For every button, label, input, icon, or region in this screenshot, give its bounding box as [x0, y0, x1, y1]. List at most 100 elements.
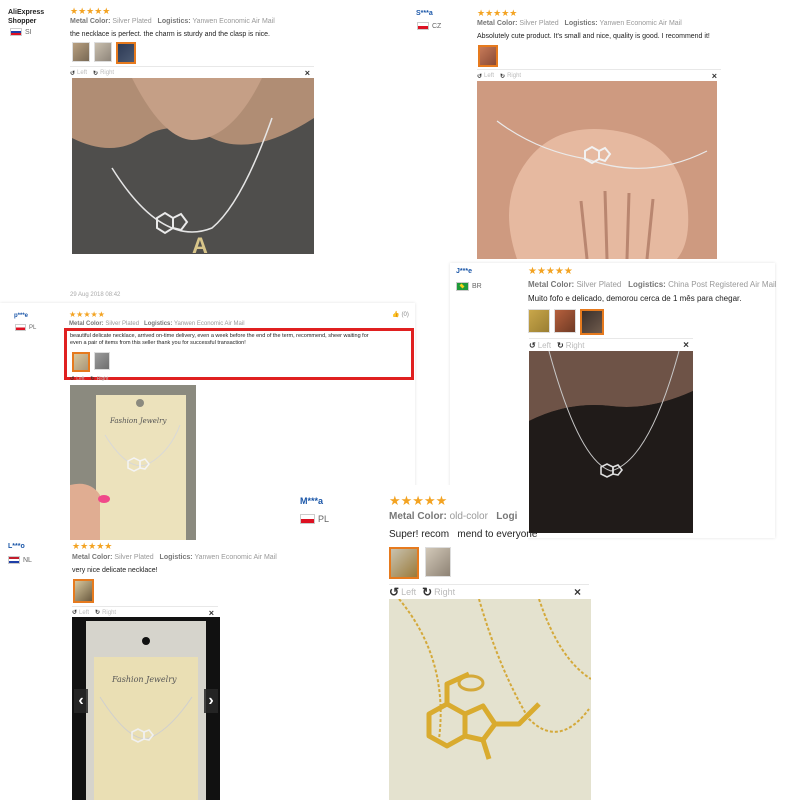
- rotate-right-button[interactable]: ↻ Right: [422, 585, 455, 599]
- photo-thumbnail[interactable]: [72, 42, 90, 62]
- color-label: Metal Color:: [70, 18, 111, 25]
- rotate-right-icon: ↻: [93, 70, 99, 77]
- next-photo-button[interactable]: ›: [204, 689, 218, 713]
- review-text-line-1: beautiful delicate necklace, arrived on-…: [70, 333, 369, 339]
- rotate-left-icon: ↺: [529, 341, 536, 350]
- rotate-left-button[interactable]: ↺ Left: [72, 609, 90, 617]
- rotate-left-button[interactable]: ↺ Left: [477, 73, 494, 80]
- rotate-left-label: Left: [76, 376, 85, 382]
- rotate-left-button[interactable]: ↺ Left: [70, 70, 87, 77]
- country-code: PL: [29, 324, 37, 331]
- star-rating: ★★★★★: [72, 541, 113, 551]
- review-photo[interactable]: [389, 599, 591, 800]
- color-value: Silver Plated: [519, 20, 559, 27]
- review-meta: Metal Color: old-color Logi: [389, 511, 517, 522]
- reviewer-name[interactable]: M***a: [300, 496, 323, 506]
- rotate-right-icon: ↻: [557, 341, 564, 350]
- country-code: CZ: [432, 22, 442, 30]
- country-code: BR: [472, 283, 482, 290]
- reviewer-name[interactable]: L***o: [8, 543, 25, 550]
- photo-necklace-palm: [477, 81, 717, 259]
- card-brand-text: Fashion Jewelry: [110, 417, 167, 425]
- reviewer-country: PL: [300, 514, 329, 524]
- rotate-left-button[interactable]: ↺ Left: [389, 585, 416, 599]
- rotate-left-icon: ↺: [72, 610, 78, 616]
- rotate-right-button[interactable]: ↻ Right: [91, 376, 109, 382]
- rotate-right-button[interactable]: ↻ Right: [500, 73, 521, 80]
- photo-thumbnails: [478, 45, 498, 67]
- logistics-label: Logi: [496, 511, 518, 522]
- review-meta: Metal Color: Silver Plated Logistics: Ya…: [69, 321, 245, 327]
- rotate-right-label: Right: [507, 73, 522, 79]
- photo-thumbnail-selected[interactable]: [116, 42, 136, 64]
- photo-thumbnail[interactable]: [94, 42, 112, 62]
- color-value: Silver Plated: [105, 321, 140, 327]
- photo-thumbnail-selected[interactable]: [478, 45, 498, 67]
- close-icon[interactable]: ×: [209, 608, 214, 618]
- star-rating: ★★★★★: [70, 6, 111, 16]
- review-card-cz: S***a CZ ★★★★★ Metal Color: Silver Plate…: [408, 0, 753, 262]
- photo-toolbar: ↺ Left ↻ Right: [70, 374, 195, 384]
- logistics-value: Yanwen Economic Air Mail: [194, 554, 277, 561]
- rotate-right-button[interactable]: ↻ Right: [93, 70, 114, 77]
- rotate-right-button[interactable]: ↻ Right: [557, 341, 584, 350]
- close-icon[interactable]: ×: [574, 585, 581, 599]
- photo-necklace-gold: [389, 599, 591, 800]
- rotate-right-label: Right: [565, 341, 585, 350]
- review-photo[interactable]: Fashion Jewelry: [70, 385, 196, 541]
- thumbs-up-icon: 👍: [392, 312, 400, 318]
- review-date: 29 Aug 2018 08:42: [70, 292, 121, 298]
- reviewer-name[interactable]: p***e: [14, 313, 28, 319]
- color-value: Silver Plated: [114, 554, 154, 561]
- photo-thumbnail[interactable]: [554, 309, 576, 333]
- reviewer-name[interactable]: AliExpress Shopper: [8, 8, 56, 26]
- rotate-left-icon: ↺: [70, 376, 75, 382]
- reviewer-name[interactable]: J***e: [456, 268, 472, 275]
- rotate-right-label: Right: [102, 609, 117, 616]
- prev-photo-button[interactable]: ‹: [74, 689, 88, 713]
- review-photo[interactable]: [529, 351, 693, 533]
- rotate-right-icon: ↻: [95, 610, 101, 616]
- review-photo[interactable]: A: [72, 78, 314, 254]
- review-photo[interactable]: Fashion Jewelry ‹ ›: [72, 617, 220, 800]
- photo-thumbnail[interactable]: [425, 547, 451, 577]
- review-text: Absolutely cute product. It's small and …: [477, 33, 710, 40]
- photo-thumbnails: [528, 309, 604, 335]
- photo-thumbnail-selected[interactable]: [72, 352, 90, 372]
- photo-thumbnail-selected[interactable]: [580, 309, 604, 335]
- rotate-left-button[interactable]: ↺ Left: [70, 376, 85, 382]
- reviewer-name[interactable]: S***a: [416, 10, 433, 17]
- photo-thumbnails: [73, 579, 94, 603]
- review-text: very nice delicate necklace!: [72, 567, 158, 574]
- rotate-left-label: Left: [79, 609, 90, 616]
- reviewer-country: BR: [456, 282, 482, 291]
- rotate-right-label: Right: [100, 70, 115, 76]
- star-rating: ★★★★★: [69, 310, 105, 319]
- rotate-left-label: Left: [484, 73, 495, 79]
- photo-thumbnails: [72, 352, 110, 372]
- helpful-button[interactable]: 👍 (0): [392, 311, 409, 319]
- reviewer-country: PL: [15, 324, 36, 331]
- rotate-left-icon: ↺: [477, 73, 483, 80]
- photo-thumbnail-selected[interactable]: [73, 579, 94, 603]
- reviewer-country: CZ: [417, 22, 441, 30]
- flag-br-icon: [456, 282, 469, 291]
- close-icon[interactable]: ×: [305, 68, 310, 78]
- photo-necklace-packaged: [72, 617, 220, 800]
- review-photo[interactable]: [477, 81, 717, 259]
- rotate-left-label: Left: [401, 587, 417, 597]
- close-icon[interactable]: ×: [712, 71, 717, 81]
- photo-thumbnail-selected[interactable]: [389, 547, 419, 579]
- color-label: Metal Color:: [477, 20, 518, 27]
- rotate-right-button[interactable]: ↻ Right: [95, 609, 117, 617]
- close-icon[interactable]: ×: [683, 340, 689, 351]
- photo-thumbnail[interactable]: [528, 309, 550, 333]
- review-text: Muito fofo e delicado, demorou cerca de …: [528, 294, 742, 303]
- review-text: the necklace is perfect. the charm is st…: [70, 31, 270, 38]
- rotate-left-button[interactable]: ↺ Left: [529, 341, 551, 350]
- color-value: Silver Plated: [112, 18, 152, 25]
- logistics-label: Logistics:: [159, 554, 193, 561]
- reviewer-country: SI: [10, 28, 32, 36]
- photo-thumbnail[interactable]: [94, 352, 110, 370]
- review-meta: Metal Color: Silver Plated Logistics: Ya…: [70, 18, 275, 25]
